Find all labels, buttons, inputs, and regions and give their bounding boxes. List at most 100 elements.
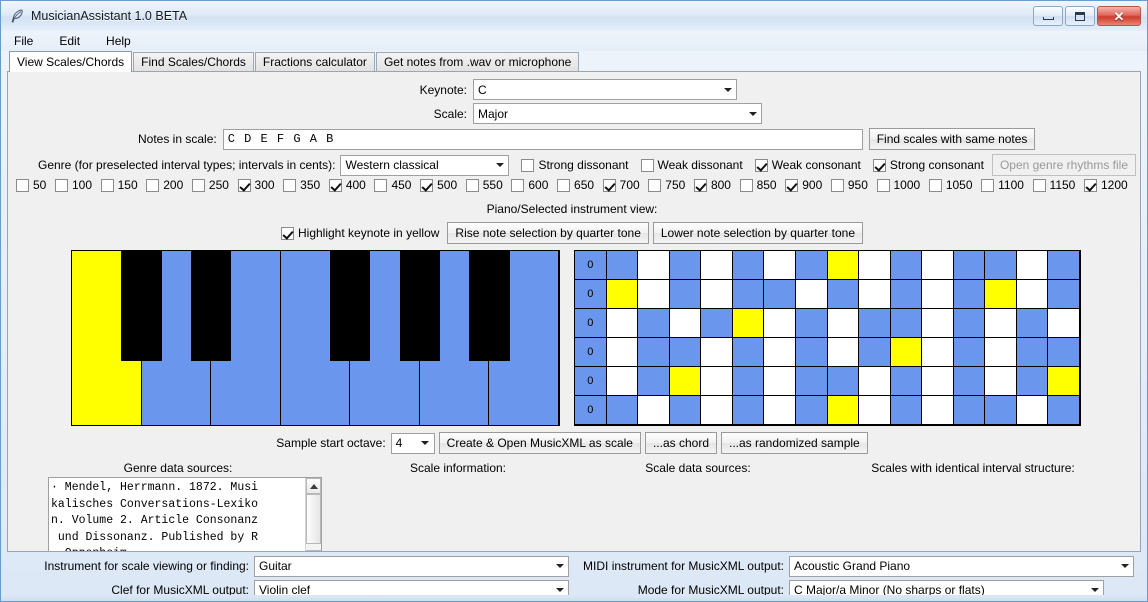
fretboard-open-string-cell[interactable]: 0 (575, 280, 607, 309)
fretboard-cell[interactable] (638, 367, 670, 396)
tab-view-scales-chords[interactable]: View Scales/Chords (9, 51, 133, 72)
checkbox-interval-600[interactable]: 600 (511, 178, 548, 192)
fretboard-cell[interactable] (701, 251, 733, 280)
fretboard-cell[interactable] (859, 309, 891, 338)
fretboard-open-string-cell[interactable]: 0 (575, 309, 607, 338)
fretboard-cell[interactable] (606, 338, 639, 367)
fretboard-cell[interactable] (669, 280, 702, 309)
checkbox-interval-450[interactable]: 450 (374, 178, 411, 192)
checkbox-interval-1100[interactable]: 1100 (981, 178, 1024, 192)
checkbox-interval-250[interactable]: 250 (191, 178, 229, 192)
midi-instrument-select[interactable]: Acoustic Grand Piano (789, 555, 1134, 577)
fretboard-cell[interactable] (827, 280, 860, 309)
maximize-button[interactable] (1065, 6, 1095, 26)
create-as-chord-button[interactable]: ...as chord (644, 432, 717, 454)
fretboard-cell[interactable] (1048, 367, 1080, 396)
checkbox-interval-750[interactable]: 750 (648, 178, 685, 192)
fretboard-cell[interactable] (701, 367, 733, 396)
fretboard-cell[interactable] (795, 251, 828, 280)
piano-keyboard[interactable] (71, 250, 560, 426)
piano-black-key[interactable] (469, 251, 510, 361)
fretboard-cell[interactable] (764, 338, 796, 367)
fretboard-cell[interactable] (890, 367, 923, 396)
fretboard-cell[interactable] (732, 280, 765, 309)
fretboard-cell[interactable] (795, 309, 828, 338)
fretboard-cell[interactable] (795, 338, 828, 367)
piano-black-key[interactable] (330, 251, 371, 361)
fretboard-cell[interactable] (827, 367, 860, 396)
fretboard-open-string-cell[interactable]: 0 (575, 338, 607, 367)
scroll-up-icon[interactable] (306, 478, 321, 494)
fretboard-cell[interactable] (669, 251, 702, 280)
fretboard-cell[interactable] (922, 251, 954, 280)
fretboard-cell[interactable] (859, 280, 891, 309)
fretboard-cell[interactable] (638, 396, 670, 425)
fretboard-cell[interactable] (985, 280, 1017, 309)
fretboard-cell[interactable] (764, 280, 796, 309)
fretboard-cell[interactable] (985, 309, 1017, 338)
fretboard-open-string-cell[interactable]: 0 (575, 367, 607, 396)
checkbox-interval-850[interactable]: 850 (739, 178, 777, 192)
piano-black-key[interactable] (399, 251, 441, 361)
lower-note-selection-button[interactable]: Lower note selection by quarter tone (652, 222, 863, 244)
checkbox-interval-50[interactable]: 50 (16, 178, 46, 192)
fretboard-cell[interactable] (827, 338, 860, 367)
fretboard-cell[interactable] (795, 396, 828, 425)
checkbox-interval-200[interactable]: 200 (146, 178, 183, 192)
fretboard-cell[interactable] (953, 338, 986, 367)
fretboard-cell[interactable] (638, 338, 670, 367)
notes-in-scale-input[interactable]: C D E F G A B (222, 128, 863, 150)
fretboard-cell[interactable] (764, 309, 796, 338)
fretboard-cell[interactable] (638, 280, 670, 309)
checkbox-interval-700[interactable]: 700 (602, 178, 640, 192)
rise-note-selection-button[interactable]: Rise note selection by quarter tone (447, 222, 649, 244)
scroll-thumb[interactable] (306, 494, 321, 544)
fretboard-open-string-cell[interactable]: 0 (575, 251, 607, 280)
open-genre-rhythms-file-button[interactable]: Open genre rhythms file (991, 154, 1136, 176)
fretboard-cell[interactable] (1016, 338, 1049, 367)
checkbox-interval-350[interactable]: 350 (283, 178, 320, 192)
menu-edit[interactable]: Edit (56, 33, 83, 49)
close-button[interactable]: ✕ (1097, 6, 1141, 26)
fretboard-cell[interactable] (985, 251, 1017, 280)
fretboard-cell[interactable] (1016, 280, 1049, 309)
tab-find-scales-chords[interactable]: Find Scales/Chords (133, 52, 254, 71)
fretboard-cell[interactable] (827, 309, 860, 338)
fretboard-cell[interactable] (827, 396, 860, 425)
fretboard-cell[interactable] (1048, 309, 1080, 338)
fretboard-cell[interactable] (859, 251, 891, 280)
checkbox-interval-400[interactable]: 400 (328, 178, 366, 192)
fretboard-cell[interactable] (795, 367, 828, 396)
fretboard-cell[interactable] (1048, 396, 1080, 425)
genre-select[interactable]: Western classical (340, 154, 510, 176)
genre-data-sources-box[interactable]: · Mendel, Herrmann. 1872. Musi kalisches… (48, 477, 322, 551)
menu-file[interactable]: File (11, 33, 36, 49)
checkbox-strong-consonant[interactable]: Strong consonant (872, 158, 984, 172)
fretboard-cell[interactable] (701, 309, 733, 338)
fretboard-cell[interactable] (669, 309, 702, 338)
checkbox-interval-100[interactable]: 100 (54, 178, 92, 192)
fretboard-cell[interactable] (669, 338, 702, 367)
fretboard-cell[interactable] (890, 309, 923, 338)
fretboard-cell[interactable] (953, 367, 986, 396)
fretboard-cell[interactable] (985, 396, 1017, 425)
fretboard-cell[interactable] (922, 280, 954, 309)
checkbox-interval-500[interactable]: 500 (420, 178, 457, 192)
fretboard-cell[interactable] (732, 367, 765, 396)
fretboard-cell[interactable] (795, 280, 828, 309)
fretboard-cell[interactable] (1048, 251, 1080, 280)
fretboard-cell[interactable] (922, 338, 954, 367)
fretboard-cell[interactable] (953, 309, 986, 338)
fretboard-cell[interactable] (985, 367, 1017, 396)
checkbox-weak-dissonant[interactable]: Weak dissonant (640, 158, 743, 172)
checkbox-interval-550[interactable]: 550 (465, 178, 503, 192)
minimize-button[interactable] (1033, 6, 1063, 26)
fretboard-cell[interactable] (701, 338, 733, 367)
find-scales-same-notes-button[interactable]: Find scales with same notes (868, 128, 1036, 150)
scrollbar-vertical[interactable] (305, 478, 321, 551)
checkbox-highlight-keynote[interactable]: Highlight keynote in yellow (281, 226, 439, 240)
fretboard-cell[interactable] (606, 251, 639, 280)
checkbox-interval-1050[interactable]: 1050 (928, 178, 973, 192)
tab-fractions-calculator[interactable]: Fractions calculator (254, 52, 375, 71)
piano-black-key[interactable] (190, 251, 232, 361)
